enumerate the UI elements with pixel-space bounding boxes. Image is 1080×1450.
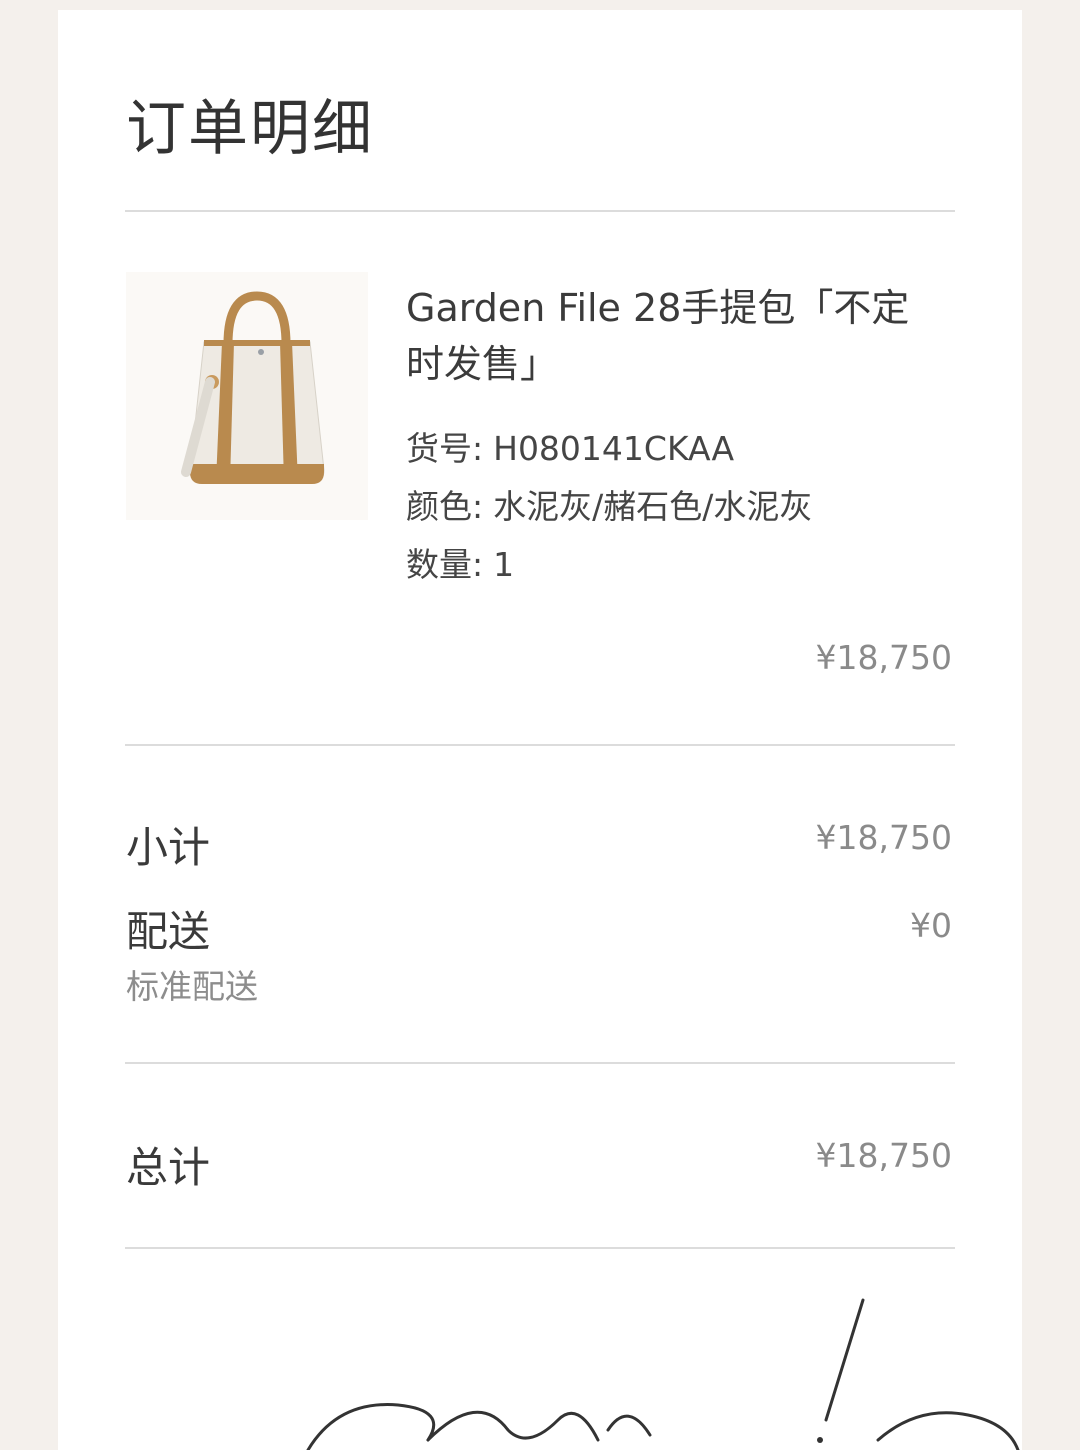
signature-flourish — [306, 1298, 1020, 1450]
shipping-method: 标准配送 — [126, 967, 258, 1006]
total-value: ¥18,750 — [815, 1136, 952, 1175]
subtotal-label: 小计 — [126, 823, 211, 872]
color-value: 水泥灰/赭石色/水泥灰 — [493, 487, 813, 526]
divider — [125, 1062, 955, 1064]
quantity-value: 1 — [493, 545, 515, 584]
page-title: 订单明细 — [126, 94, 374, 164]
order-details-card: 订单明细 Garden File 28手提包「不定时发售」 货号: H080141… — [58, 10, 1022, 1450]
sku-row: 货号: H080141CKAA — [406, 422, 734, 470]
quantity-row: 数量: 1 — [406, 538, 514, 586]
quantity-label: 数量: — [406, 545, 484, 584]
shipping-label: 配送 — [126, 907, 211, 956]
color-label: 颜色: — [406, 487, 484, 526]
subtotal-value: ¥18,750 — [815, 818, 952, 857]
sku-value: H080141CKAA — [493, 429, 735, 468]
divider — [125, 1247, 955, 1249]
total-label: 总计 — [126, 1143, 211, 1192]
product-image[interactable] — [126, 272, 368, 520]
shipping-value: ¥0 — [910, 906, 952, 945]
divider — [125, 210, 955, 212]
tote-bag-illustration — [181, 291, 325, 484]
color-row: 颜色: 水泥灰/赭石色/水泥灰 — [406, 480, 812, 528]
product-name[interactable]: Garden File 28手提包「不定时发售」 — [406, 280, 946, 392]
item-price: ¥18,750 — [815, 638, 952, 677]
divider — [125, 744, 955, 746]
sku-label: 货号: — [406, 429, 484, 468]
